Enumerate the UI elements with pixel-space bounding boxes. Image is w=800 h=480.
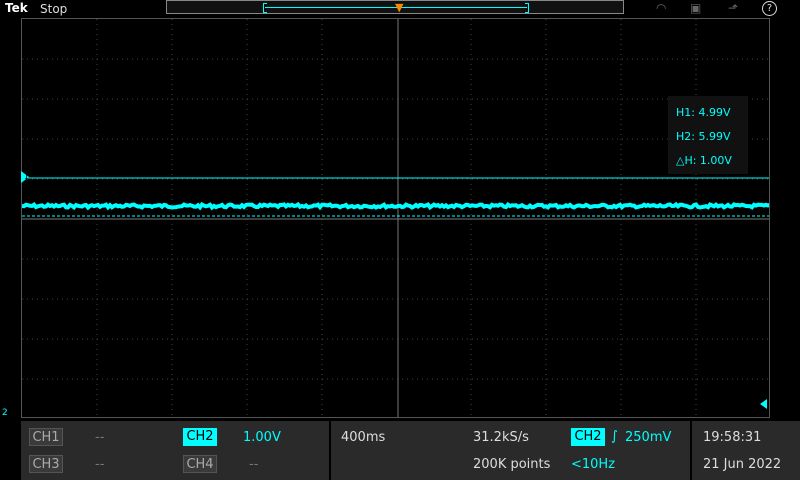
cursor-h2-readout: H2: 5.99V	[676, 130, 731, 143]
cursor-h1-readout: H1: 4.99V	[676, 106, 731, 119]
acquisition-status[interactable]: Stop	[40, 2, 67, 16]
record-length-readout[interactable]: 200K points	[473, 457, 550, 472]
ch2-waveform	[22, 201, 769, 211]
trigger-level-readout[interactable]: 250mV	[625, 430, 671, 445]
bottom-status-bar: CH1 -- CH2 1.00V CH3 -- CH4 -- 400ms 31.…	[21, 421, 800, 480]
ch4-button[interactable]: CH4	[183, 455, 217, 473]
ch3-scale: --	[95, 457, 105, 472]
ch2-ground-marker[interactable]: 2	[2, 408, 8, 418]
ch4-scale: --	[249, 457, 259, 472]
ch2-marker-label: 1	[24, 172, 30, 181]
timebase-readout[interactable]: 400ms	[341, 430, 385, 445]
center-axes	[22, 19, 769, 417]
graticule-svg	[22, 19, 769, 417]
trigger-slope-icon: ∫	[611, 429, 618, 444]
help-icon[interactable]: ?	[762, 1, 777, 16]
ch2-button[interactable]: CH2	[183, 428, 217, 446]
ch1-button[interactable]: CH1	[29, 428, 63, 446]
ch1-scale: --	[95, 430, 105, 445]
timeline-right-bracket	[525, 3, 529, 13]
wifi-icon[interactable]: ◠	[656, 1, 666, 15]
clock-date: 21 Jun 2022	[703, 457, 782, 472]
ch2-scale[interactable]: 1.00V	[243, 430, 281, 445]
waveform-graticule[interactable]	[21, 18, 770, 418]
trigger-level-arrow[interactable]	[760, 399, 767, 409]
trigger-frequency-readout: <10Hz	[571, 457, 616, 472]
export-icon[interactable]: ⬏	[728, 1, 738, 15]
clock-time: 19:58:31	[703, 430, 762, 445]
bottom-separator-1	[329, 421, 331, 480]
trigger-source-badge[interactable]: CH2	[571, 428, 605, 446]
cursor-delta-readout: △H: 1.00V	[676, 154, 732, 167]
timeline-left-bracket	[263, 3, 267, 13]
trigger-position-icon[interactable]: ▼	[395, 1, 403, 14]
sample-rate-readout: 31.2kS/s	[473, 430, 529, 445]
cursor-readout[interactable]: H1: 4.99V H2: 5.99V △H: 1.00V	[668, 96, 748, 174]
brand-logo: Tek	[5, 1, 28, 15]
bottom-separator-2	[690, 421, 692, 480]
network-icon[interactable]: ▣	[690, 1, 701, 15]
record-timeline[interactable]: ▼	[166, 0, 624, 14]
ch3-button[interactable]: CH3	[29, 455, 63, 473]
top-bar: Tek Stop ▼ ◠ ▣ ⬏ ?	[0, 0, 800, 18]
